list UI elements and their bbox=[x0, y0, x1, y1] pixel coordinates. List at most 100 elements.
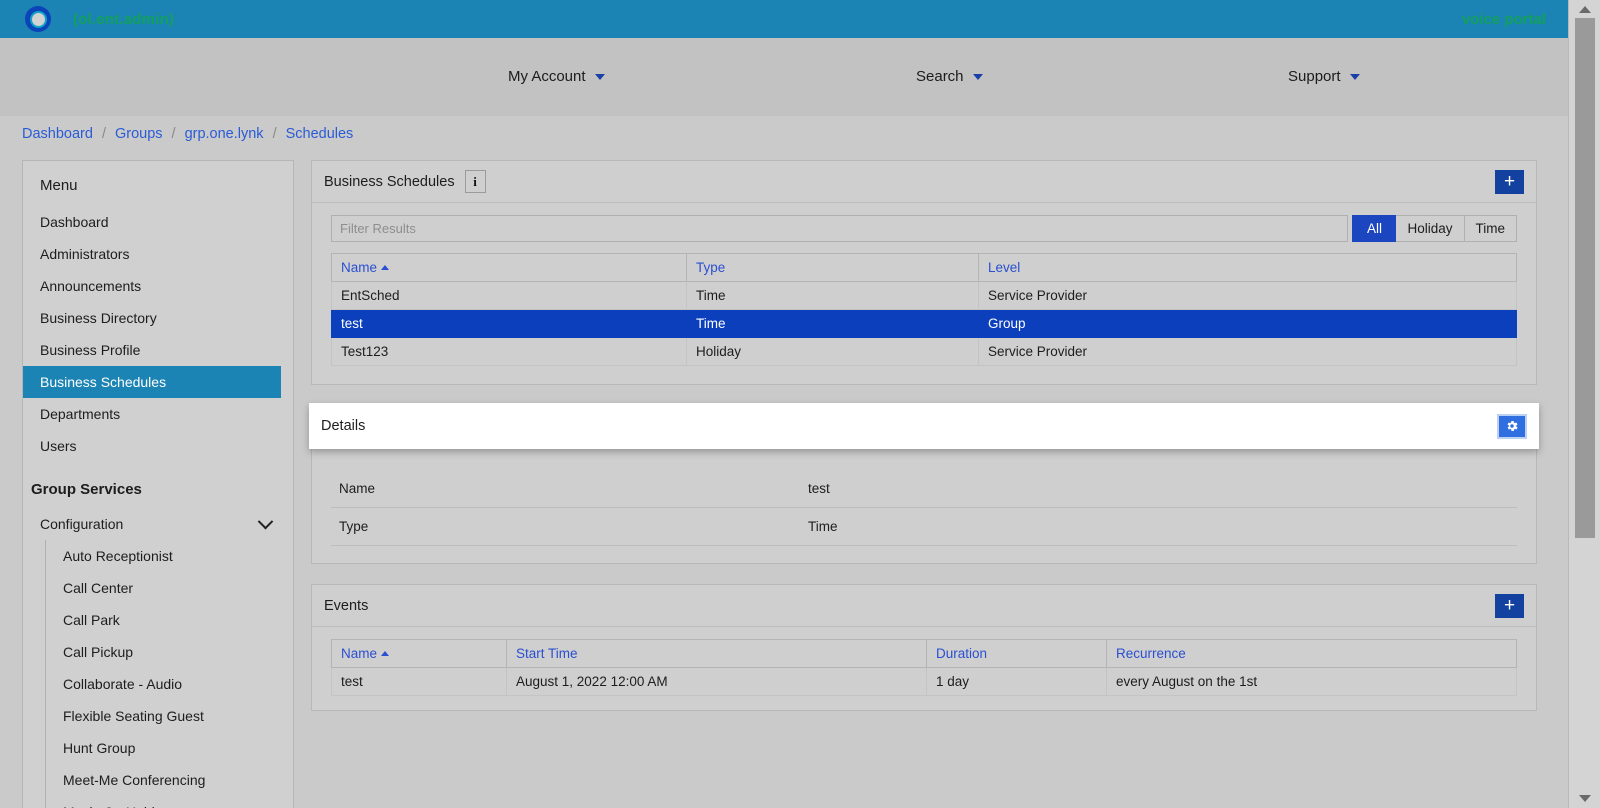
nav-item-label: Support bbox=[1288, 68, 1341, 85]
nav-item-label: Search bbox=[916, 68, 964, 85]
sidebar-item-call-pickup[interactable]: Call Pickup bbox=[63, 636, 293, 668]
scroll-down-arrow-icon[interactable] bbox=[1579, 795, 1591, 802]
sidebar-item-label: Business Schedules bbox=[40, 374, 167, 390]
sidebar-item-users[interactable]: Users bbox=[23, 430, 293, 462]
cell-name: test bbox=[331, 667, 507, 696]
sidebar-item-dashboard[interactable]: Dashboard bbox=[23, 206, 293, 238]
chevron-down-icon bbox=[1349, 73, 1360, 80]
table-row[interactable]: test Time Group bbox=[331, 309, 1517, 338]
details-panel: Details Name test Type Time bbox=[309, 403, 1539, 564]
table-row[interactable]: Test123 Holiday Service Provider bbox=[331, 337, 1517, 366]
add-schedule-button[interactable]: + bbox=[1495, 169, 1524, 194]
brand-bar: (ol.ent.admin) voice portal bbox=[0, 0, 1568, 38]
panel-title: Events bbox=[324, 597, 369, 614]
sidebar-item-label: Call Park bbox=[63, 612, 120, 628]
chevron-down-icon bbox=[257, 513, 274, 529]
gear-icon[interactable] bbox=[1497, 413, 1527, 439]
sidebar-item-configuration[interactable]: Configuration bbox=[23, 508, 293, 540]
sidebar-item-label: Administrators bbox=[40, 246, 130, 262]
nav-item-label: My Account bbox=[508, 68, 586, 85]
detail-value: test bbox=[808, 481, 830, 496]
table-row[interactable]: EntSched Time Service Provider bbox=[331, 281, 1517, 310]
sidebar-item-label: Flexible Seating Guest bbox=[63, 708, 204, 724]
sidebar-item-meet-me-conferencing[interactable]: Meet-Me Conferencing bbox=[63, 764, 293, 796]
sidebar-item-label: Business Profile bbox=[40, 342, 141, 358]
sidebar-title: Menu bbox=[40, 177, 78, 194]
sidebar-item-hunt-group[interactable]: Hunt Group bbox=[63, 732, 293, 764]
add-event-button[interactable]: + bbox=[1495, 593, 1524, 618]
filter-results-input[interactable] bbox=[331, 215, 1349, 242]
sidebar-item-departments[interactable]: Departments bbox=[23, 398, 293, 430]
column-header-duration[interactable]: Duration bbox=[926, 639, 1107, 668]
detail-row-name: Name test bbox=[331, 470, 1517, 508]
breadcrumb-separator: / bbox=[171, 126, 176, 142]
sort-ascending-icon bbox=[381, 651, 390, 656]
sidebar-item-business-directory[interactable]: Business Directory bbox=[23, 302, 293, 334]
column-label: Name bbox=[341, 260, 378, 275]
business-schedules-panel: Business Schedules i + All Holiday Time … bbox=[311, 160, 1537, 385]
cell-recurrence: every August on the 1st bbox=[1106, 667, 1517, 696]
breadcrumb: Dashboard / Groups / grp.one.lynk / Sche… bbox=[22, 126, 353, 142]
cell-level: Group bbox=[978, 309, 1517, 338]
nav-item-support[interactable]: Support bbox=[1288, 68, 1360, 85]
column-header-start-time[interactable]: Start Time bbox=[506, 639, 927, 668]
breadcrumb-separator: / bbox=[272, 126, 277, 142]
circle-logo-icon bbox=[25, 6, 51, 32]
column-header-level[interactable]: Level bbox=[978, 253, 1517, 282]
sidebar-item-auto-receptionist[interactable]: Auto Receptionist bbox=[63, 540, 293, 572]
scrollbar-thumb[interactable] bbox=[1575, 18, 1595, 538]
column-label: Recurrence bbox=[1116, 646, 1186, 661]
sidebar-item-business-profile[interactable]: Business Profile bbox=[23, 334, 293, 366]
sidebar-item-flexible-seating-guest[interactable]: Flexible Seating Guest bbox=[63, 700, 293, 732]
nav-item-my-account[interactable]: My Account bbox=[508, 68, 605, 85]
scroll-up-arrow-icon[interactable] bbox=[1579, 6, 1591, 13]
sidebar-item-administrators[interactable]: Administrators bbox=[23, 238, 293, 270]
panel-title: Details bbox=[321, 418, 366, 434]
column-header-recurrence[interactable]: Recurrence bbox=[1106, 639, 1517, 668]
filter-segment-all[interactable]: All bbox=[1352, 215, 1397, 242]
panel-header: Events + bbox=[312, 585, 1536, 627]
schedules-table: Name Type Level EntSched Time Service Pr… bbox=[331, 253, 1517, 366]
cell-name: Test123 bbox=[331, 337, 687, 366]
column-header-type[interactable]: Type bbox=[686, 253, 979, 282]
column-header-name[interactable]: Name bbox=[331, 639, 507, 668]
table-header-row: Name Start Time Duration Recurrence bbox=[331, 639, 1517, 668]
info-icon[interactable]: i bbox=[464, 170, 486, 193]
sidebar-item-call-park[interactable]: Call Park bbox=[63, 604, 293, 636]
cell-level: Service Provider bbox=[978, 281, 1517, 310]
cell-type: Time bbox=[686, 281, 979, 310]
breadcrumb-item-schedules[interactable]: Schedules bbox=[286, 126, 354, 142]
column-label: Type bbox=[696, 260, 726, 275]
sidebar-item-call-center[interactable]: Call Center bbox=[63, 572, 293, 604]
sidebar-item-collaborate-audio[interactable]: Collaborate - Audio bbox=[63, 668, 293, 700]
sidebar: Menu Dashboard Administrators Announceme… bbox=[22, 160, 294, 808]
cell-level: Service Provider bbox=[978, 337, 1517, 366]
column-header-name[interactable]: Name bbox=[331, 253, 687, 282]
sidebar-item-label: Dashboard bbox=[40, 214, 109, 230]
sidebar-item-announcements[interactable]: Announcements bbox=[23, 270, 293, 302]
breadcrumb-item-groups[interactable]: Groups bbox=[115, 126, 163, 142]
sidebar-item-label: Configuration bbox=[40, 516, 124, 532]
sidebar-item-label: Auto Receptionist bbox=[63, 548, 173, 564]
nav-item-search[interactable]: Search bbox=[916, 68, 983, 85]
sidebar-item-label: Music On Hold bbox=[63, 804, 155, 808]
breadcrumb-item-group[interactable]: grp.one.lynk bbox=[185, 126, 264, 142]
filter-row: All Holiday Time bbox=[312, 203, 1536, 253]
filter-segment-time[interactable]: Time bbox=[1464, 215, 1517, 242]
table-row[interactable]: test August 1, 2022 12:00 AM 1 day every… bbox=[331, 667, 1517, 696]
sidebar-item-music-on-hold[interactable]: Music On Hold bbox=[63, 796, 293, 808]
cell-type: Time bbox=[686, 309, 979, 338]
sidebar-section-group-services: Group Services bbox=[31, 481, 142, 498]
filter-segment-holiday[interactable]: Holiday bbox=[1396, 215, 1465, 242]
vertical-scrollbar[interactable] bbox=[1568, 0, 1600, 808]
detail-rows: Name test Type Time bbox=[312, 451, 1536, 546]
sidebar-item-label: Call Pickup bbox=[63, 644, 134, 660]
sidebar-item-business-schedules[interactable]: Business Schedules bbox=[23, 366, 281, 398]
cell-name: test bbox=[331, 309, 687, 338]
cell-type: Holiday bbox=[686, 337, 979, 366]
column-label: Level bbox=[988, 260, 1021, 275]
breadcrumb-item-dashboard[interactable]: Dashboard bbox=[22, 126, 93, 142]
current-user-label: (ol.ent.admin) bbox=[73, 10, 175, 28]
sidebar-item-label: Collaborate - Audio bbox=[63, 676, 183, 692]
sort-ascending-icon bbox=[381, 265, 390, 270]
